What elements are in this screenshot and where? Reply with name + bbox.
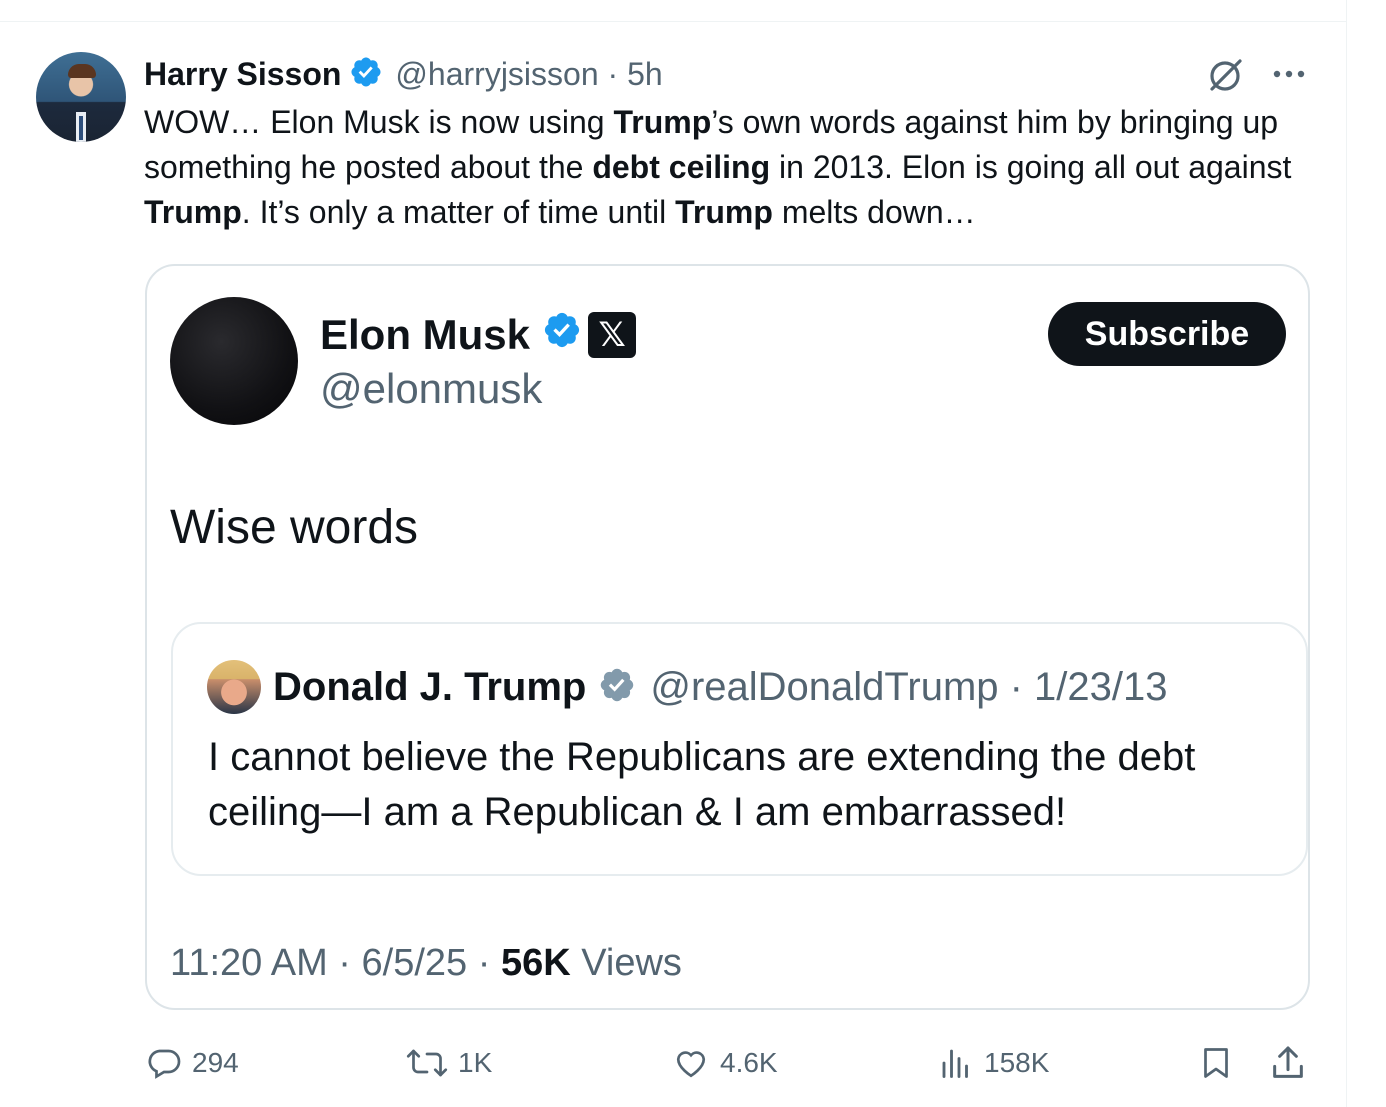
avatar-hair <box>68 64 96 78</box>
timestamp-text: 11:20 AM · 6/5/25 · <box>170 942 501 984</box>
text-segment: melts down… <box>772 194 976 230</box>
bookmark-button[interactable] <box>1198 1036 1244 1090</box>
text-segment: WOW… Elon Musk is now using <box>144 104 614 140</box>
reply-count: 294 <box>192 1047 239 1078</box>
share-icon <box>1273 1046 1303 1078</box>
reply-icon <box>148 1049 181 1079</box>
quoted-author-handle[interactable]: @elonmusk <box>320 365 542 413</box>
more-icon[interactable] <box>1268 60 1310 88</box>
reply-button[interactable]: 294 <box>146 1036 239 1090</box>
action-bar: 294 1K 4.6K 158K <box>0 1036 1346 1090</box>
nested-author-avatar[interactable] <box>207 660 261 714</box>
avatar-tie <box>79 116 83 140</box>
post-text: WOW… Elon Musk is now using Trump’s own … <box>144 100 1324 235</box>
text-bold-trump: Trump <box>144 194 242 230</box>
views-count: 56K <box>500 942 571 984</box>
text-segment: . It’s only a matter of time until <box>241 194 676 230</box>
bookmark-icon <box>1204 1048 1228 1078</box>
right-border <box>1346 0 1347 1107</box>
x-affiliate-badge-icon: 𝕏 <box>588 312 637 358</box>
text-bold-trump: Trump <box>613 104 712 140</box>
like-button[interactable]: 4.6K <box>672 1036 778 1090</box>
views-button[interactable]: 158K <box>938 1036 1049 1090</box>
nested-author-handle[interactable]: @realDonaldTrump · 1/23/13 <box>650 665 1167 710</box>
text-bold-trump: Trump <box>675 194 773 230</box>
repost-count: 1K <box>458 1047 493 1078</box>
nested-author-row: Donald J. Trump @realDonaldTrump · 1/23/… <box>273 662 1168 712</box>
author-avatar[interactable] <box>36 52 126 142</box>
text-bold-debt-ceiling: debt ceiling <box>592 149 771 185</box>
views-icon <box>942 1049 968 1078</box>
text-segment: in 2013. Elon is going all out against <box>770 149 1292 185</box>
post-header: Harry Sisson @harryjsisson · 5h <box>144 52 663 96</box>
verified-badge-icon <box>542 310 582 360</box>
nested-post-text: I cannot believe the Republicans are ext… <box>208 735 1196 834</box>
like-count: 4.6K <box>720 1047 778 1078</box>
repost-icon <box>406 1049 448 1077</box>
quoted-author-row: Elon Musk 𝕏 <box>320 310 637 360</box>
nested-author-name[interactable]: Donald J. Trump <box>273 665 586 710</box>
author-name[interactable]: Harry Sisson <box>144 56 341 93</box>
subscribe-button[interactable]: Subscribe <box>1048 302 1286 366</box>
share-button[interactable] <box>1268 1036 1318 1090</box>
quoted-post-text: Wise words <box>170 501 419 554</box>
views-label: Views <box>570 942 682 984</box>
like-icon <box>676 1051 706 1078</box>
quoted-post-timestamp: 11:20 AM · 6/5/25 · 56K Views <box>170 942 682 985</box>
verified-badge-icon <box>349 55 383 94</box>
top-divider <box>0 21 1346 22</box>
repost-button[interactable]: 1K <box>406 1036 492 1090</box>
views-count-action: 158K <box>984 1047 1050 1078</box>
verified-badge-icon <box>598 666 636 709</box>
quoted-author-avatar[interactable] <box>170 297 298 425</box>
grok-icon[interactable] <box>1206 56 1246 94</box>
author-handle[interactable]: @harryjsisson · 5h <box>395 56 662 93</box>
quoted-author-name[interactable]: Elon Musk <box>320 311 530 359</box>
